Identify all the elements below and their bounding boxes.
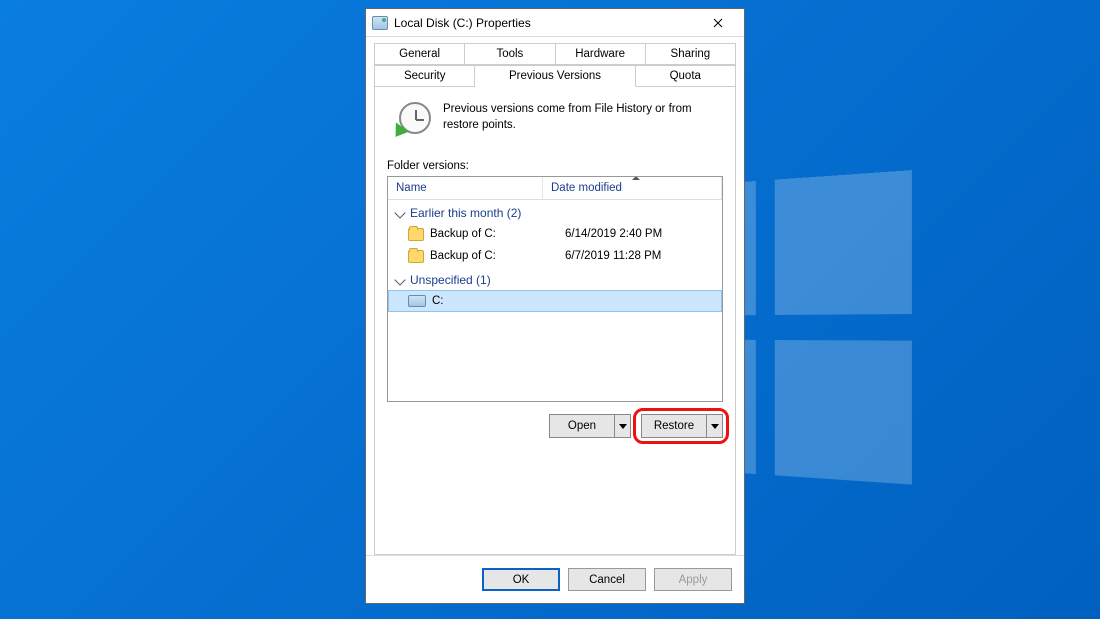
item-date: 6/14/2019 2:40 PM <box>565 228 662 240</box>
tab-hardware[interactable]: Hardware <box>556 43 646 65</box>
dropdown-arrow-icon[interactable] <box>614 415 630 437</box>
versions-listbox[interactable]: Name Date modified Earlier this month (2… <box>387 176 723 402</box>
cancel-button[interactable]: Cancel <box>568 568 646 591</box>
ok-button[interactable]: OK <box>482 568 560 591</box>
item-name: Backup of C: <box>430 250 565 262</box>
restore-button[interactable]: Restore <box>641 414 723 438</box>
item-date: 6/7/2019 11:28 PM <box>565 250 661 262</box>
group-label: Earlier this month (2) <box>410 206 521 220</box>
tab-sharing[interactable]: Sharing <box>646 43 736 65</box>
column-header-name[interactable]: Name <box>388 177 543 199</box>
item-name: Backup of C: <box>430 228 565 240</box>
folder-icon <box>408 250 424 263</box>
open-label: Open <box>550 415 614 437</box>
chevron-down-icon <box>394 274 405 285</box>
folder-versions-label: Folder versions: <box>387 160 723 172</box>
group-earlier-this-month[interactable]: Earlier this month (2) <box>388 200 722 223</box>
apply-button[interactable]: Apply <box>654 568 732 591</box>
tab-quota[interactable]: Quota <box>636 65 736 87</box>
folder-icon <box>408 228 424 241</box>
titlebar[interactable]: Local Disk (C:) Properties <box>366 9 744 37</box>
drive-icon <box>372 16 388 30</box>
group-unspecified[interactable]: Unspecified (1) <box>388 267 722 290</box>
tab-general[interactable]: General <box>374 43 465 65</box>
tab-security[interactable]: Security <box>374 65 475 87</box>
list-item[interactable]: Backup of C: 6/7/2019 11:28 PM <box>388 245 722 267</box>
list-item[interactable]: Backup of C: 6/14/2019 2:40 PM <box>388 223 722 245</box>
window-title: Local Disk (C:) Properties <box>394 16 698 30</box>
group-label: Unspecified (1) <box>410 273 491 287</box>
dialog-buttons: OK Cancel Apply <box>366 555 744 603</box>
item-name: C: <box>432 295 567 307</box>
open-button[interactable]: Open <box>549 414 631 438</box>
list-item[interactable]: C: <box>388 290 722 312</box>
info-text: Previous versions come from File History… <box>443 102 721 140</box>
close-button[interactable] <box>698 9 738 37</box>
tab-panel-previous-versions: Previous versions come from File History… <box>374 86 736 555</box>
properties-window: Local Disk (C:) Properties General Tools… <box>365 8 745 604</box>
tabs: General Tools Hardware Sharing Security … <box>366 37 744 555</box>
drive-icon <box>408 295 426 307</box>
column-header-date[interactable]: Date modified <box>543 177 722 199</box>
dropdown-arrow-icon[interactable] <box>706 415 722 437</box>
chevron-down-icon <box>394 207 405 218</box>
history-icon <box>393 102 431 140</box>
restore-label: Restore <box>642 415 706 437</box>
tab-tools[interactable]: Tools <box>465 43 555 65</box>
tab-previous-versions[interactable]: Previous Versions <box>475 65 635 87</box>
